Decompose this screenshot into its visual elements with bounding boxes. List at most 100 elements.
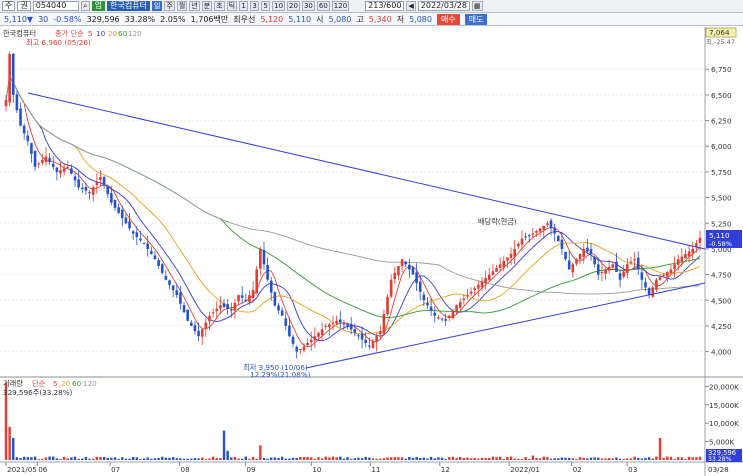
volume-bar[interactable]	[484, 458, 487, 460]
minute-10-button[interactable]: 10	[272, 1, 286, 11]
volume-bar[interactable]	[251, 456, 255, 460]
candle-body[interactable]	[320, 329, 324, 336]
volume-bar[interactable]	[186, 458, 189, 460]
candle-body[interactable]	[226, 304, 229, 309]
volume-bar[interactable]	[618, 458, 622, 460]
volume-bar[interactable]	[691, 457, 694, 460]
candle-body[interactable]	[139, 238, 142, 241]
candle-body[interactable]	[266, 264, 269, 280]
candle-body[interactable]	[611, 264, 615, 268]
candle-body[interactable]	[26, 135, 30, 142]
candle-body[interactable]	[110, 193, 113, 203]
volume-bar[interactable]	[393, 457, 396, 460]
volume-bar[interactable]	[219, 458, 222, 460]
minute-30-button[interactable]: 30	[301, 1, 315, 11]
volume-bar[interactable]	[139, 459, 142, 460]
volume-bar[interactable]	[495, 457, 498, 460]
volume-bar[interactable]	[400, 457, 404, 460]
candle-body[interactable]	[88, 192, 91, 194]
volume-bar[interactable]	[655, 456, 658, 460]
volume-bar[interactable]	[604, 458, 607, 460]
candle-body[interactable]	[498, 264, 502, 269]
candle-body[interactable]	[164, 275, 168, 280]
candle-body[interactable]	[273, 292, 277, 306]
volume-bar[interactable]	[466, 457, 469, 460]
candle-body[interactable]	[426, 302, 429, 306]
candle-body[interactable]	[538, 228, 542, 232]
candle-body[interactable]	[382, 313, 386, 334]
candle-body[interactable]	[429, 306, 433, 311]
candle-body[interactable]	[556, 236, 560, 242]
candle-body[interactable]	[455, 305, 458, 312]
candle-body[interactable]	[349, 323, 353, 330]
volume-bar[interactable]	[549, 458, 553, 460]
candle-body[interactable]	[578, 254, 582, 260]
volume-bar[interactable]	[121, 457, 124, 460]
volume-bar[interactable]	[364, 456, 367, 460]
candle-body[interactable]	[600, 272, 604, 274]
volume-bar[interactable]	[193, 458, 197, 460]
candle-body[interactable]	[604, 269, 607, 274]
candle-body[interactable]	[444, 319, 447, 321]
volume-bar[interactable]	[651, 458, 654, 460]
volume-bar[interactable]	[375, 458, 378, 460]
candle-body[interactable]	[676, 259, 680, 265]
volume-bar[interactable]	[84, 457, 88, 460]
candle-body[interactable]	[397, 266, 400, 276]
volume-bar[interactable]	[73, 456, 77, 460]
candle-body[interactable]	[33, 151, 37, 167]
candle-body[interactable]	[669, 269, 673, 274]
volume-bar[interactable]	[629, 458, 633, 460]
volume-bar[interactable]	[77, 458, 80, 460]
minute-5-button[interactable]: 5	[261, 1, 271, 11]
candle-body[interactable]	[353, 329, 357, 333]
candle-body[interactable]	[160, 264, 164, 273]
volume-bar[interactable]	[302, 457, 306, 460]
candle-body[interactable]	[331, 322, 335, 324]
candle-body[interactable]	[128, 221, 131, 229]
period-minute-button[interactable]: 분	[201, 1, 213, 11]
volume-bar[interactable]	[458, 456, 462, 460]
volume-bar[interactable]	[575, 458, 578, 460]
candle-body[interactable]	[662, 274, 665, 277]
candle-body[interactable]	[291, 336, 295, 344]
candle-body[interactable]	[615, 261, 618, 273]
candle-body[interactable]	[368, 345, 371, 347]
candle-body[interactable]	[211, 312, 215, 314]
volume-bar[interactable]	[128, 458, 131, 460]
minute-1-button[interactable]: 1	[239, 1, 249, 11]
date-input[interactable]: 2022/03/28	[417, 1, 470, 11]
candle-body[interactable]	[542, 225, 546, 230]
candle-body[interactable]	[175, 290, 179, 296]
volume-bar[interactable]	[179, 458, 182, 460]
volume-bar[interactable]	[164, 457, 168, 460]
candle-body[interactable]	[197, 330, 200, 337]
volume-bar[interactable]	[161, 456, 164, 460]
volume-bar[interactable]	[582, 457, 585, 460]
candle-body[interactable]	[157, 260, 160, 267]
candle-body[interactable]	[299, 349, 302, 351]
volume-bar[interactable]	[437, 457, 440, 460]
stock-code-input[interactable]: 054040	[32, 1, 79, 11]
candle-body[interactable]	[259, 248, 262, 269]
volume-bar[interactable]	[12, 437, 15, 460]
volume-bar[interactable]	[615, 457, 618, 460]
candle-body[interactable]	[99, 177, 102, 180]
volume-bar[interactable]	[26, 457, 30, 460]
volume-bar[interactable]	[262, 457, 266, 460]
candle-body[interactable]	[400, 259, 404, 267]
volume-bar[interactable]	[230, 457, 233, 460]
volume-bar[interactable]	[422, 457, 426, 460]
volume-bar[interactable]	[8, 426, 11, 460]
candle-body[interactable]	[229, 309, 233, 311]
candle-body[interactable]	[19, 108, 22, 126]
candle-body[interactable]	[546, 223, 549, 226]
buy-button[interactable]: 매수	[436, 13, 460, 25]
volume-bar[interactable]	[37, 459, 40, 460]
candle-body[interactable]	[66, 166, 70, 168]
volume-bar[interactable]	[277, 457, 280, 460]
candle-body[interactable]	[280, 310, 284, 316]
volume-bar[interactable]	[146, 457, 149, 460]
candle-body[interactable]	[22, 125, 26, 134]
volume-bar[interactable]	[102, 457, 106, 460]
